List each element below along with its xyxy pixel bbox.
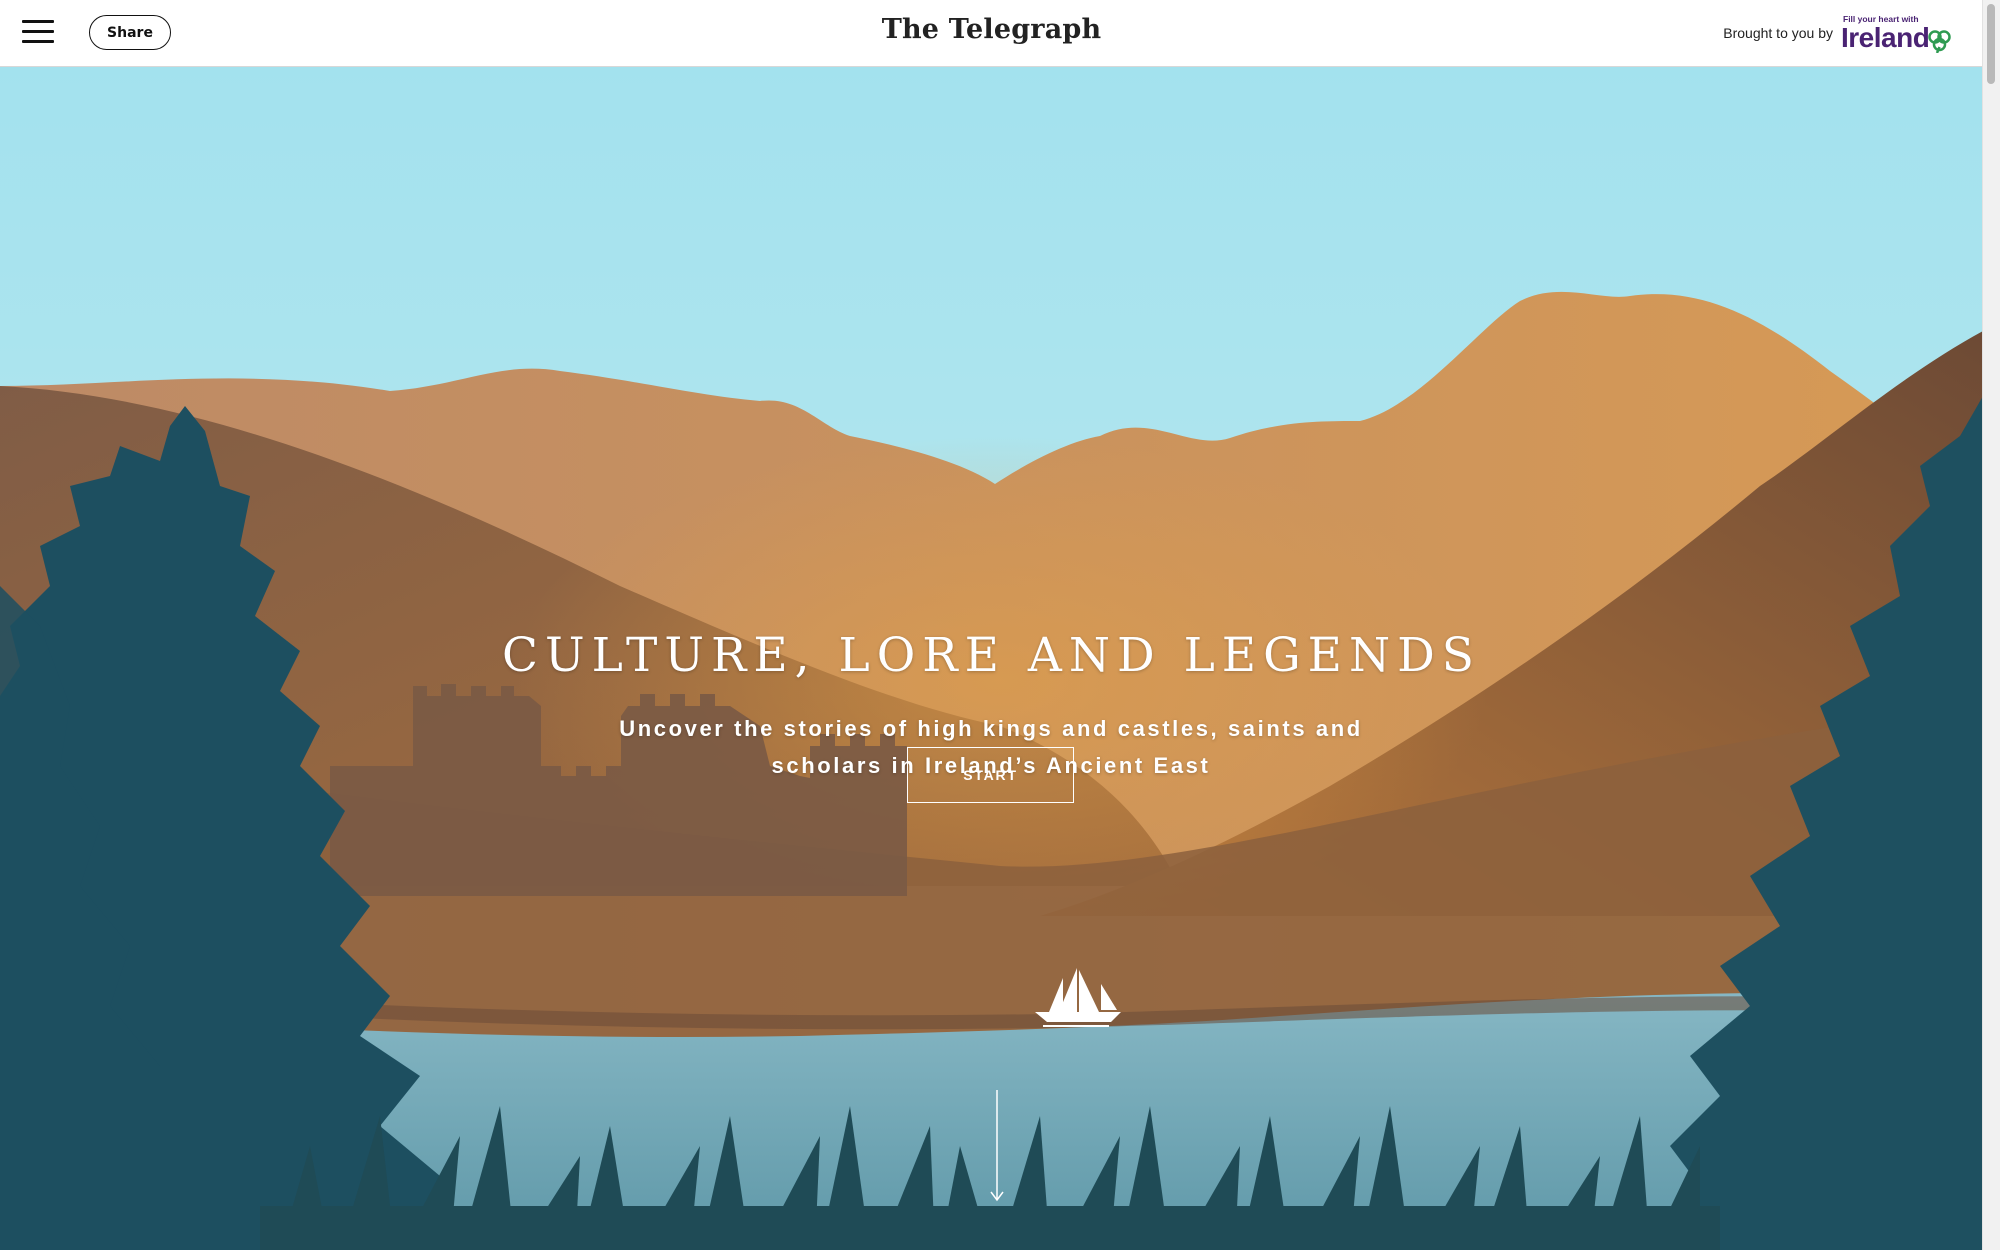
hero-title: CULTURE, LORE AND LEGENDS xyxy=(502,628,1481,683)
site-header: Share The Telegraph Brought to you by Fi… xyxy=(0,0,1983,67)
shamrock-icon xyxy=(1928,30,1951,53)
sailing-ship-icon xyxy=(1035,968,1121,1027)
sponsor-label: Brought to you by xyxy=(1723,25,1833,41)
ireland-logo-word: Ireland xyxy=(1841,22,1930,53)
masthead-logo[interactable]: The Telegraph xyxy=(0,14,1983,45)
ireland-logo[interactable]: Fill your heart with Ireland xyxy=(1841,13,1953,53)
scrollbar-thumb[interactable] xyxy=(1987,4,1995,84)
page-scrollbar[interactable] xyxy=(1982,0,2000,1250)
start-button[interactable]: START xyxy=(907,747,1074,803)
sponsor-block: Brought to you by Fill your heart with I… xyxy=(1723,13,1953,53)
arrow-down-icon[interactable] xyxy=(989,1090,1005,1202)
hero-section: CULTURE, LORE AND LEGENDS Uncover the st… xyxy=(0,66,1983,1250)
